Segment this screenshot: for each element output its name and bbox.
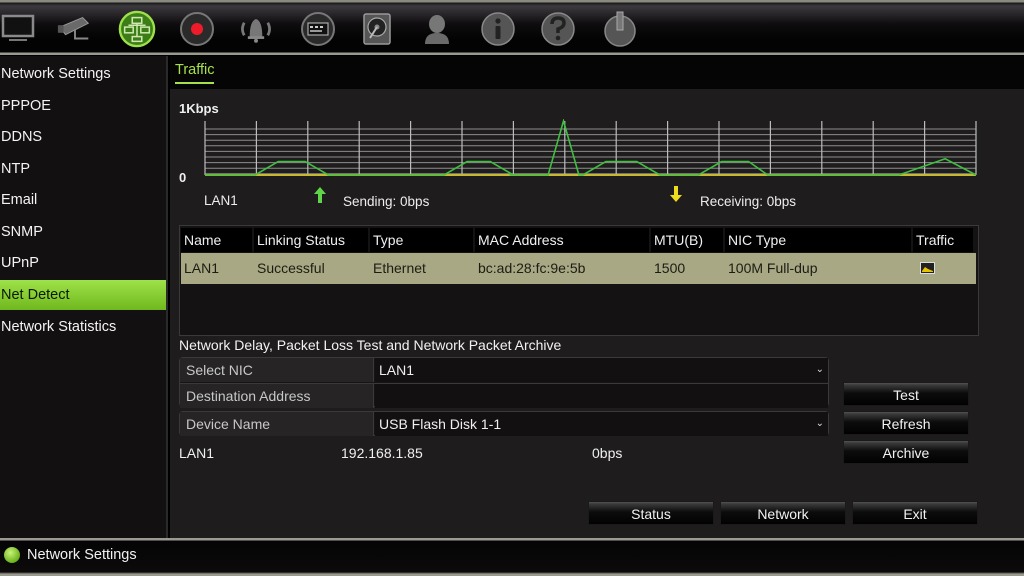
device-name-value: USB Flash Disk 1-1 — [379, 416, 502, 432]
help-status-icon — [4, 547, 20, 563]
device-name-row: Device Name USB Flash Disk 1-1 ⌄ — [180, 412, 828, 436]
traffic-chart: 1Kbps 0 LAN1 Sending: 0bps Receiving: 0b… — [170, 89, 1024, 219]
col-traffic: Traffic — [913, 228, 973, 252]
receiving-rate: Receiving: 0bps — [700, 194, 797, 209]
storage-icon[interactable] — [358, 10, 396, 48]
col-nic-type: NIC Type — [725, 228, 911, 252]
status-button[interactable]: Status — [588, 501, 714, 525]
chevron-down-icon: ⌄ — [815, 418, 824, 429]
sidebar-item-ntp[interactable]: NTP — [0, 154, 166, 184]
cell-mac-address: bc:ad:28:fc:9e:5b — [478, 260, 586, 276]
col-linking-status: Linking Status — [254, 228, 368, 252]
sidebar-item-snmp[interactable]: SNMP — [0, 217, 166, 247]
sidebar-item-ddns[interactable]: DDNS — [0, 122, 166, 152]
help-icon[interactable] — [539, 10, 577, 48]
cell-name: LAN1 — [184, 260, 220, 276]
user-icon[interactable] — [418, 10, 456, 48]
sidebar-item-email[interactable]: Email — [0, 185, 166, 215]
receive-arrow-icon — [670, 186, 682, 202]
alarm-icon[interactable] — [237, 10, 275, 48]
destination-label: Destination Address — [180, 384, 374, 408]
sidebar-item-pppoe[interactable]: PPPOE — [0, 91, 166, 121]
traffic-plot — [204, 119, 977, 176]
camera-icon[interactable] — [56, 10, 94, 48]
sidebar: Network Settings PPPOE DDNS NTP Email SN… — [0, 56, 168, 538]
refresh-button[interactable]: Refresh — [843, 411, 969, 435]
cell-traffic — [913, 253, 973, 284]
info-rate: 0bps — [592, 445, 623, 461]
test-button[interactable]: Test — [843, 382, 969, 406]
device-name-dropdown[interactable]: USB Flash Disk 1-1 ⌄ — [375, 412, 828, 436]
exit-button[interactable]: Exit — [852, 501, 978, 525]
sidebar-item-upnp[interactable]: UPnP — [0, 248, 166, 278]
top-toolbar — [0, 0, 1024, 55]
info-nic: LAN1 — [179, 445, 215, 461]
power-icon[interactable] — [601, 10, 639, 48]
col-name: Name — [181, 228, 252, 252]
sending-rate: Sending: 0bps — [343, 194, 430, 209]
test-form: Select NIC LAN1 ⌄ Destination Address — [179, 357, 829, 408]
sidebar-item-network-statistics[interactable]: Network Statistics — [0, 312, 166, 342]
network-icon[interactable] — [118, 10, 156, 48]
tab-bar: Traffic — [170, 56, 1024, 89]
cell-nic-type: 100M Full-dup — [728, 260, 818, 276]
col-type: Type — [370, 228, 473, 252]
sidebar-item-network-settings[interactable]: Network Settings — [0, 59, 166, 89]
status-bar: Network Settings — [0, 538, 1024, 576]
table-row[interactable]: LAN1 Successful Ethernet bc:ad:28:fc:9e:… — [181, 253, 976, 284]
display-icon[interactable] — [0, 10, 38, 48]
interface-label: LAN1 — [204, 193, 238, 208]
destination-address-input[interactable] — [375, 384, 828, 408]
archive-form: Device Name USB Flash Disk 1-1 ⌄ — [179, 411, 829, 436]
network-button[interactable]: Network — [720, 501, 846, 525]
table-header: Name Linking Status Type MAC Address MTU… — [181, 228, 975, 252]
col-mtu: MTU(B) — [651, 228, 723, 252]
device-name-label: Device Name — [180, 412, 374, 436]
nic-table: Name Linking Status Type MAC Address MTU… — [179, 225, 979, 336]
record-icon[interactable] — [178, 10, 216, 48]
device-icon[interactable] — [299, 10, 337, 48]
section-title: Network Delay, Packet Loss Test and Netw… — [179, 337, 562, 353]
cell-mtu: 1500 — [654, 260, 686, 276]
select-nic-value: LAN1 — [379, 362, 415, 378]
select-nic-label: Select NIC — [180, 358, 374, 382]
info-icon[interactable] — [479, 10, 517, 48]
select-nic-row: Select NIC LAN1 ⌄ — [180, 358, 828, 382]
send-arrow-icon — [314, 187, 326, 203]
archive-button[interactable]: Archive — [843, 440, 969, 464]
info-ip-address: 192.168.1.85 — [341, 445, 423, 461]
y-max-label: 1Kbps — [179, 101, 219, 116]
y-min-label: 0 — [179, 170, 187, 185]
tab-traffic[interactable]: Traffic — [175, 62, 215, 84]
status-text: Network Settings — [27, 547, 137, 563]
main-panel: Traffic 1Kbps 0 LAN1 Sending: 0bps Recei… — [170, 56, 1024, 538]
select-nic-dropdown[interactable]: LAN1 ⌄ — [375, 358, 828, 382]
chevron-down-icon: ⌄ — [815, 364, 824, 375]
sidebar-item-net-detect[interactable]: Net Detect — [0, 280, 166, 310]
cell-type: Ethernet — [373, 260, 426, 276]
destination-row: Destination Address — [180, 383, 828, 408]
col-mac-address: MAC Address — [475, 228, 649, 252]
cell-linking-status: Successful — [257, 260, 325, 276]
traffic-chart-icon[interactable] — [920, 262, 935, 274]
